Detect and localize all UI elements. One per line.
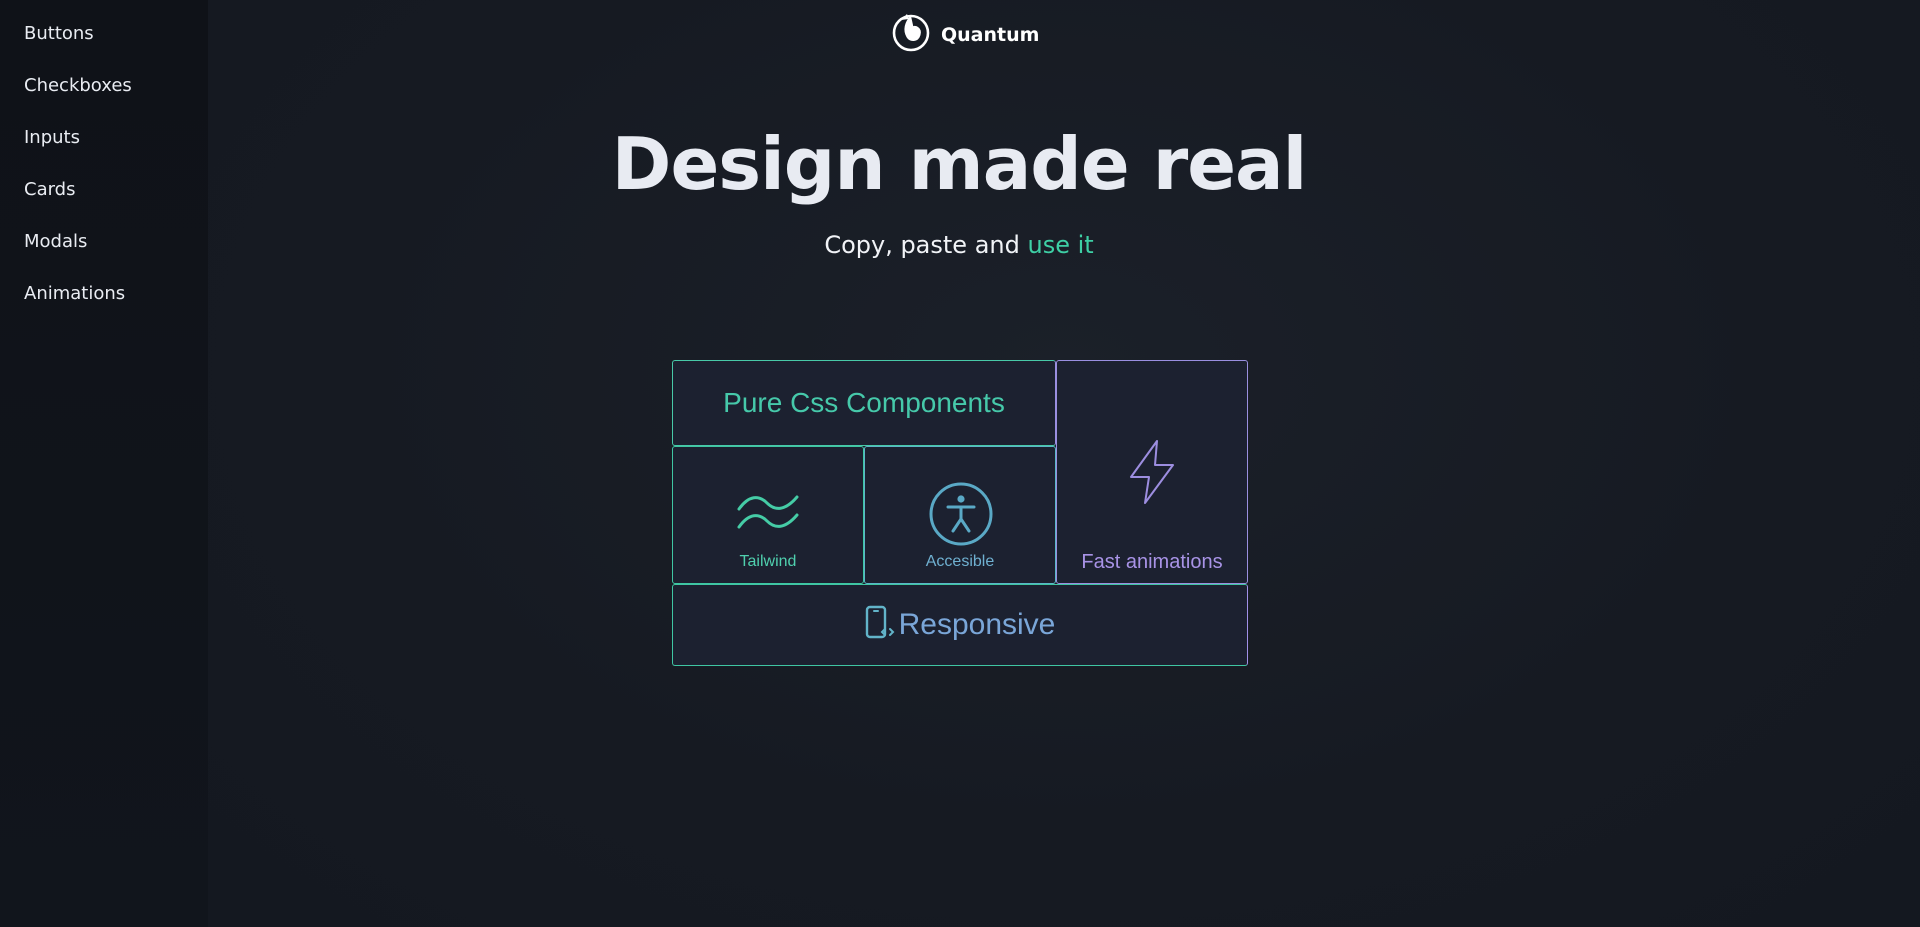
feature-pure-label: Pure Css Components [723,387,1005,418]
sidebar-item-animations[interactable]: Animations [24,283,125,304]
quantum-logo-icon [891,10,933,59]
feature-grid: Pure Css Components Fast animations Tail… [672,360,1248,666]
lightning-icon [1125,439,1179,509]
feature-card-fast-animations: Fast animations [1056,360,1248,584]
feature-fast-label: Fast animations [1081,551,1223,573]
feature-card-pure-css: Pure Css Components [672,360,1056,446]
feature-responsive-label: Responsive [898,608,1056,641]
brand-name: Quantum [941,23,1040,46]
responsive-phone-icon [865,605,895,645]
hero-title: Design made real [611,122,1308,206]
sidebar-item-inputs[interactable]: Inputs [24,127,80,148]
hero-subtitle: Copy, paste and use it [208,231,1710,259]
feature-accessible-label: Accesible [925,553,995,570]
accessibility-icon [928,481,994,551]
sidebar-item-buttons[interactable]: Buttons [24,23,94,44]
sidebar: Buttons Checkboxes Inputs Cards Modals A… [0,0,208,927]
feature-card-tailwind: Tailwind [672,446,864,584]
main-content: Quantum Design made real Copy, paste and… [208,0,1920,927]
hero-subtitle-accent: use it [1027,231,1094,259]
tailwind-icon [735,489,805,537]
sidebar-item-modals[interactable]: Modals [24,231,87,252]
hero-subtitle-text: Copy, paste and [824,231,1028,259]
feature-card-responsive: Responsive [672,584,1248,666]
sidebar-item-checkboxes[interactable]: Checkboxes [24,75,132,96]
feature-card-accessible: Accesible [864,446,1056,584]
sidebar-item-cards[interactable]: Cards [24,179,76,200]
feature-tailwind-label: Tailwind [739,553,797,570]
brand-logo[interactable]: Quantum [891,10,1039,59]
